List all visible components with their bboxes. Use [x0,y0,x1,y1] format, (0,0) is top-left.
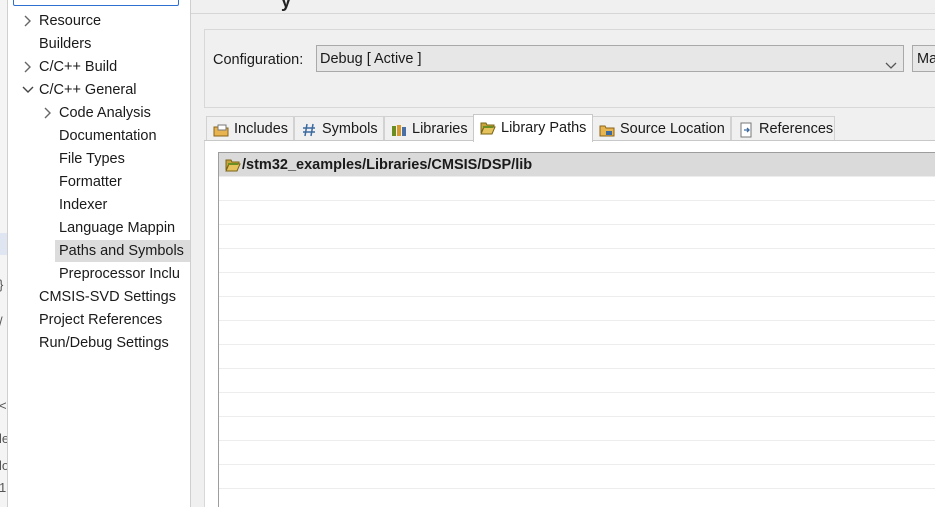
manage-configurations-label: Ma [917,51,935,67]
tab-label: Symbols [322,121,378,137]
empty-row [219,273,935,297]
list-item[interactable]: /stm32_examples/Libraries/CMSIS/DSP/lib [219,153,935,177]
configuration-label: Configuration: [213,52,304,68]
properties-tree[interactable]: Resource Builders C/C++ Build C/C++ Gene… [8,0,191,507]
empty-row [219,369,935,393]
tab-source-location[interactable]: Source Location [592,116,731,141]
library-paths-list[interactable]: /stm32_examples/Libraries/CMSIS/DSP/lib [218,152,935,507]
tab-bar: Includes Symbols Libraries Library Paths… [206,114,935,142]
page-title-bar: y [191,0,935,14]
tree-item-label: Preprocessor Inclu [59,266,180,282]
library-path-text: /stm32_examples/Libraries/CMSIS/DSP/lib [242,157,533,173]
tree-item-label: Language Mappin [59,220,176,236]
tab-label: Library Paths [501,120,587,136]
manage-configurations-button[interactable]: Ma [912,45,935,72]
tab-includes[interactable]: Includes [206,116,294,141]
empty-row [219,177,935,201]
tab-libraries[interactable]: Libraries [384,116,474,141]
tab-label: Includes [234,121,289,137]
tree-item-cpp-build[interactable]: C/C++ Build [24,56,118,78]
chevron-down-icon[interactable] [21,79,35,101]
folder-open-icon [480,122,496,135]
empty-row [219,297,935,321]
tree-item-label: C/C++ General [39,82,137,98]
tree-item-project-references[interactable]: Project References [39,309,162,331]
editor-text-fragment: le [0,431,7,446]
tree-item-formatter[interactable]: Formatter [59,171,122,193]
editor-line-highlight [0,233,7,255]
editor-background-edge: } / < le lo 1 [0,0,8,507]
empty-row [219,417,935,441]
empty-row [219,249,935,273]
tree-item-label: File Types [59,151,125,167]
chevron-right-icon[interactable] [41,102,55,124]
tree-item-language-mappings[interactable]: Language Mappin [59,217,175,239]
tree-item-cpp-general[interactable]: C/C++ General [22,79,137,101]
hash-icon [303,123,315,137]
empty-row [219,393,935,417]
tree-item-file-types[interactable]: File Types [59,148,125,170]
empty-row [219,345,935,369]
empty-row [219,201,935,225]
editor-text-fragment: 1 [0,480,6,495]
tab-library-paths[interactable]: Library Paths [473,114,593,142]
properties-page: y Configuration: Debug [ Active ] Ma Inc… [191,0,935,507]
tab-label: Libraries [412,121,468,137]
filter-input[interactable] [13,0,179,6]
tree-item-code-analysis[interactable]: Code Analysis [44,102,151,124]
tree-item-cmsis-svd-settings[interactable]: CMSIS-SVD Settings [39,286,176,308]
tree-item-label: Documentation [59,128,157,144]
tree-item-paths-and-symbols[interactable]: Paths and Symbols [55,240,190,262]
editor-text-fragment: } [0,277,3,292]
tree-item-indexer[interactable]: Indexer [59,194,107,216]
chevron-right-icon[interactable] [21,10,35,32]
chevron-right-icon[interactable] [21,56,35,78]
source-folder-icon [599,125,615,137]
tab-references[interactable]: References [731,116,835,141]
tab-content: /stm32_examples/Libraries/CMSIS/DSP/lib [204,141,935,507]
chevron-down-icon [885,54,897,81]
tree-item-label: Project References [39,312,163,328]
tree-item-label: Paths and Symbols [59,243,184,259]
tree-item-preprocessor-includes[interactable]: Preprocessor Inclu [59,263,180,285]
tree-item-label: Code Analysis [59,105,151,121]
tab-label: References [759,121,834,137]
configuration-value: Debug [ Active ] [320,51,422,67]
editor-text-fragment: < [0,398,7,413]
includes-icon [213,124,229,137]
tab-label: Source Location [620,121,725,137]
tree-item-label: Formatter [59,174,122,190]
tree-item-label: CMSIS-SVD Settings [39,289,176,305]
tree-item-label: Resource [39,13,102,29]
empty-row [219,225,935,249]
empty-row [219,321,935,345]
folder-open-icon [225,159,241,172]
tree-item-label: Indexer [59,197,108,213]
empty-row [219,441,935,465]
page-title: y [281,0,292,11]
references-icon [740,122,752,138]
empty-row [219,489,935,507]
tree-item-builders[interactable]: Builders [39,33,91,55]
editor-text-fragment: lo [0,458,7,473]
tree-item-documentation[interactable]: Documentation [59,125,157,147]
empty-row [219,465,935,489]
editor-text-fragment: / [0,314,3,329]
tree-item-resource[interactable]: Resource [24,10,102,32]
tree-item-label: C/C++ Build [39,59,118,75]
tab-symbols[interactable]: Symbols [294,116,384,141]
configuration-group: Configuration: Debug [ Active ] Ma [204,29,935,108]
libraries-icon [392,125,406,136]
tree-item-label: Builders [39,36,92,52]
tree-item-run-debug-settings[interactable]: Run/Debug Settings [39,332,169,354]
tree-item-label: Run/Debug Settings [39,335,169,351]
configuration-select[interactable]: Debug [ Active ] [316,45,904,72]
